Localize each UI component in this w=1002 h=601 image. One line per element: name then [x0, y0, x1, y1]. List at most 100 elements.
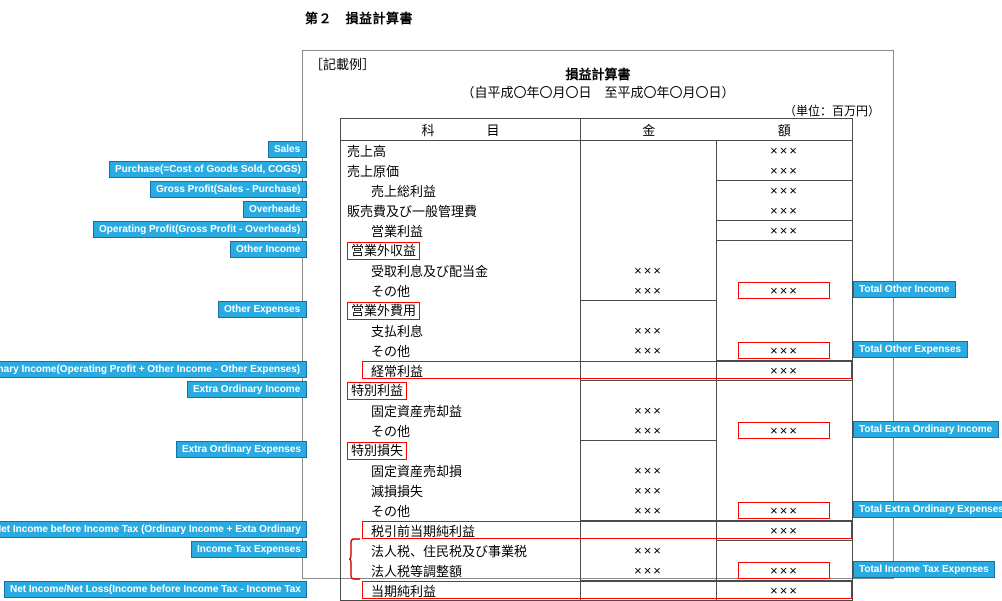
table-row: その他 ××× ××× — [340, 280, 853, 301]
amount-right-cell — [716, 240, 853, 261]
annotation-label-left: Extra Ordinary Expenses — [176, 441, 307, 458]
amount-left-cell — [580, 180, 717, 201]
amount-right-cell: ××× — [716, 520, 853, 541]
row-label-cell: その他 — [340, 420, 581, 441]
amount-right-cell — [716, 480, 853, 501]
page-title: 第２ 損益計算書 — [305, 11, 414, 26]
amount-right-cell: ××× — [716, 340, 853, 361]
annotation-label-left: Other Income — [230, 241, 307, 258]
profit-and-loss-table: 科 目 金 額 売上高 ××× 売上原価 ××× 売上総利益 ××× 販売費及び一般管理費 ×… — [340, 118, 853, 601]
row-label-cell: 販売費及び一般管理費 — [340, 200, 581, 221]
amount-right-cell: ××× — [716, 160, 853, 181]
annotation-label-left: Income Tax Expenses — [191, 541, 307, 558]
column-header-amount-left: 金 — [642, 123, 656, 138]
amount-right-cell: ××× — [716, 420, 853, 441]
row-label-cell: 売上総利益 — [340, 180, 581, 201]
table-row: 経常利益 ××× — [340, 360, 853, 381]
row-label-cell: 営業外収益 — [340, 240, 581, 261]
amount-left-cell — [580, 440, 717, 461]
statement-title: 損益計算書 — [565, 67, 631, 82]
annotation-label-left: Gross Profit(Sales - Purchase) — [150, 181, 307, 198]
annotation-label-right: Total Other Income — [853, 281, 956, 298]
table-row: 税引前当期純利益 ××× — [340, 520, 853, 541]
table-row: 営業外費用 — [340, 300, 853, 321]
highlighted-label: 特別利益 — [347, 381, 408, 400]
amount-right-cell: ××× — [716, 580, 853, 601]
amount-right-cell: ××× — [716, 200, 853, 221]
amount-left-cell: ××× — [580, 540, 717, 561]
row-label-cell: 減損損失 — [340, 480, 581, 501]
amount-left-cell: ××× — [580, 400, 717, 421]
amount-left-cell: ××× — [580, 560, 717, 581]
amount-left-cell: ××× — [580, 420, 717, 441]
row-label-cell: 営業外費用 — [340, 300, 581, 321]
annotation-label-left: Net Income before Income Tax (Ordinary I… — [0, 521, 307, 538]
amount-right-cell — [716, 440, 853, 461]
table-row: 法人税等調整額 ××× ××× — [340, 560, 853, 581]
amount-left-cell — [580, 520, 717, 541]
tax-brace-icon — [348, 538, 360, 580]
table-row: 営業利益 ××× — [340, 220, 853, 241]
amount-left-cell: ××× — [580, 480, 717, 501]
table-row: 特別損失 — [340, 440, 853, 461]
annotation-label-left: Ordinary Income(Operating Profit + Other… — [0, 361, 307, 378]
annotation-label-right: Total Extra Ordinary Income — [853, 421, 999, 438]
amount-left-cell: ××× — [580, 340, 717, 361]
row-label-cell: 売上高 — [340, 140, 581, 161]
row-label-cell: 当期純利益 — [340, 580, 581, 601]
row-label-cell: 特別損失 — [340, 440, 581, 461]
amount-left-cell — [580, 220, 717, 241]
row-label-cell: 固定資産売却益 — [340, 400, 581, 421]
column-header-amount-right: 額 — [777, 123, 791, 138]
annotation-label-left: Purchase(=Cost of Goods Sold, COGS) — [109, 161, 307, 178]
table-row: 固定資産売却益 ××× — [340, 400, 853, 421]
amount-right-cell: ××× — [716, 500, 853, 521]
tax-rows-brace — [348, 538, 362, 583]
annotation-label-left: Other Expenses — [218, 301, 307, 318]
amount-left-cell: ××× — [580, 320, 717, 341]
table-row: 固定資産売却損 ××× — [340, 460, 853, 481]
amount-right-cell — [716, 260, 853, 281]
amount-right-cell — [716, 400, 853, 421]
table-row: 売上総利益 ××× — [340, 180, 853, 201]
annotation-label-right: Total Other Expenses — [853, 341, 968, 358]
amount-right-cell: ××× — [716, 280, 853, 301]
row-label-cell: 特別利益 — [340, 380, 581, 401]
annotation-label-left: Sales — [268, 141, 307, 158]
amount-right-cell — [716, 320, 853, 341]
row-label-cell: 経常利益 — [340, 360, 581, 381]
row-label-cell: 法人税等調整額 — [340, 560, 581, 581]
table-row: 受取利息及び配当金 ××× — [340, 260, 853, 281]
column-header-item: 科 目 — [340, 118, 581, 141]
amount-right-cell — [716, 460, 853, 481]
amount-left-cell: ××× — [580, 260, 717, 281]
annotation-label-left: Overheads — [243, 201, 307, 218]
amount-left-cell — [580, 200, 717, 221]
row-label-cell: その他 — [340, 280, 581, 301]
table-row: その他 ××× ××× — [340, 340, 853, 361]
table-row: 支払利息 ××× — [340, 320, 853, 341]
amount-left-cell — [580, 240, 717, 261]
highlighted-label: 特別損失 — [347, 441, 408, 460]
amount-left-cell — [580, 160, 717, 181]
annotation-label-right: Total Income Tax Expenses — [853, 561, 995, 578]
table-row: 当期純利益 ××× — [340, 580, 853, 601]
amount-right-cell — [716, 300, 853, 321]
amount-right-cell: ××× — [716, 180, 853, 201]
table-row: 法人税、住民税及び事業税 ××× — [340, 540, 853, 561]
amount-left-cell: ××× — [580, 280, 717, 301]
amount-right-cell — [716, 540, 853, 561]
unit-note: （単位：百万円） — [783, 104, 880, 118]
table-row: その他 ××× ××× — [340, 500, 853, 521]
highlighted-label: 営業外収益 — [347, 241, 421, 260]
table-row: 販売費及び一般管理費 ××× — [340, 200, 853, 221]
row-label-cell: 固定資産売却損 — [340, 460, 581, 481]
row-label-cell: 売上原価 — [340, 160, 581, 181]
row-label-cell: 営業利益 — [340, 220, 581, 241]
row-label-cell: 支払利息 — [340, 320, 581, 341]
amount-right-cell: ××× — [716, 560, 853, 581]
row-label-cell: 法人税、住民税及び事業税 — [340, 540, 581, 561]
table-row: 売上高 ××× — [340, 140, 853, 161]
amount-right-cell: ××× — [716, 360, 853, 381]
annotation-label-right: Total Extra Ordinary Expenses — [853, 501, 1002, 518]
